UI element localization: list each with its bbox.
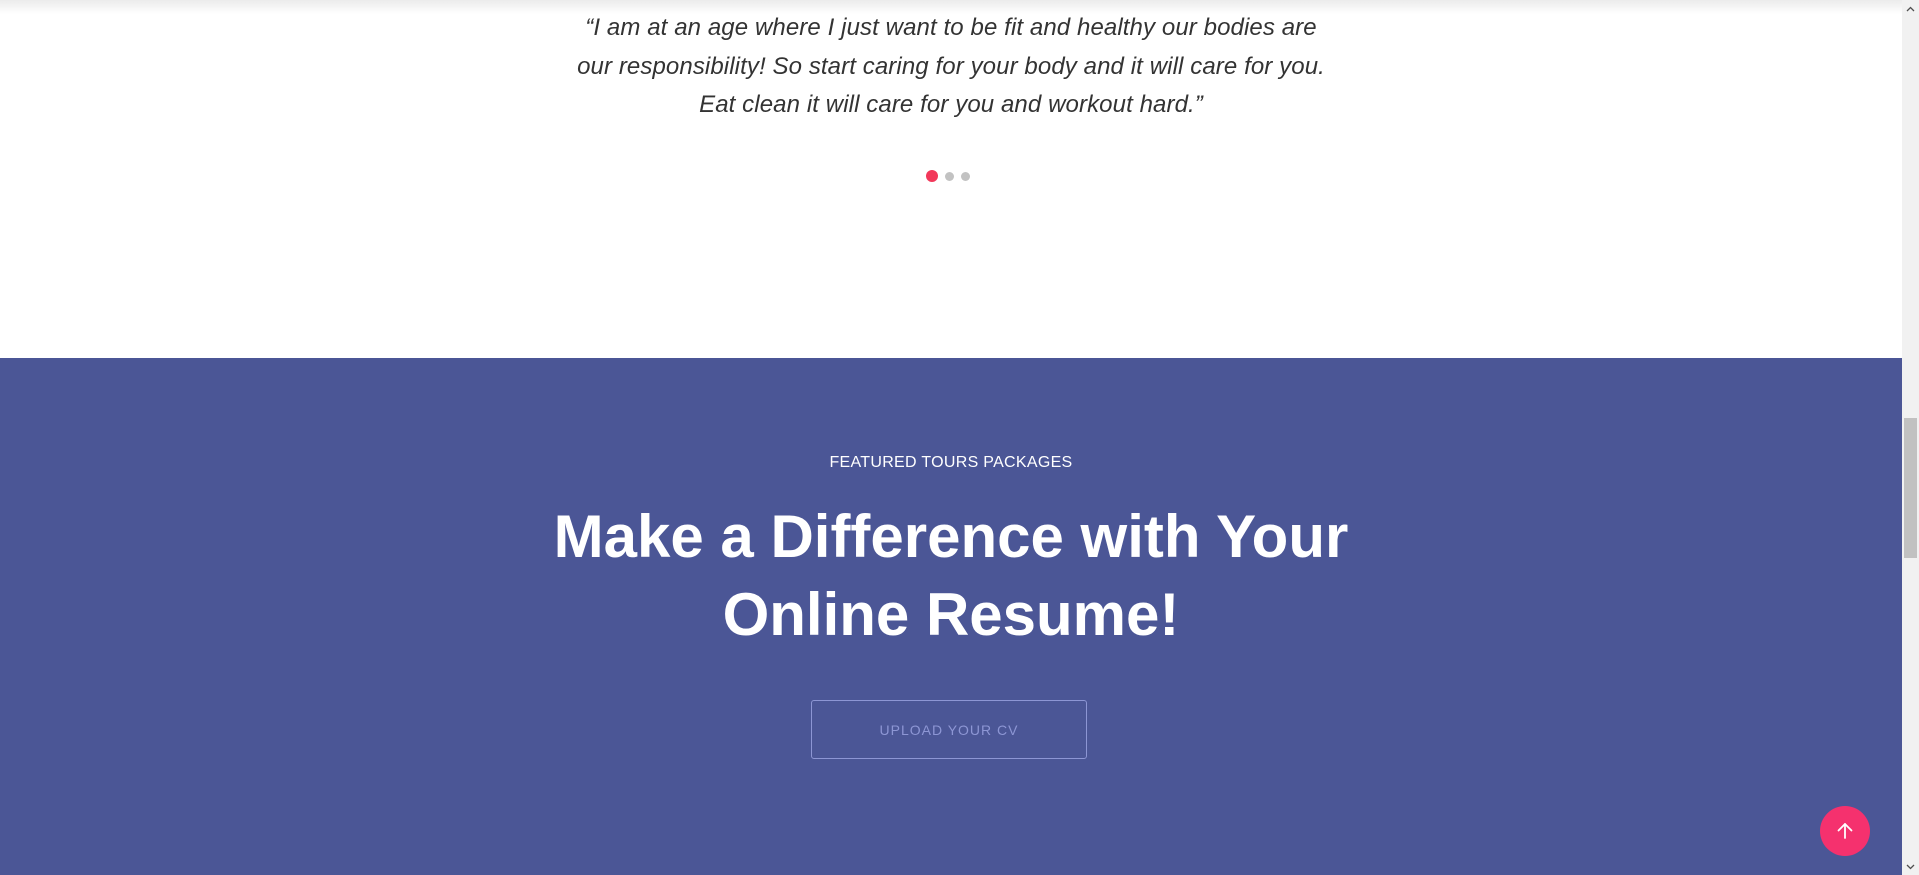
back-to-top-button[interactable] [1820,806,1870,856]
scrollbar-thumb[interactable] [1904,418,1917,558]
browser-viewport: “I am at an age where I just want to be … [0,0,1919,875]
carousel-dot-2[interactable] [945,171,954,181]
carousel-dot-3[interactable] [961,171,970,181]
arrow-up-icon [1837,823,1853,839]
testimonial-section: “I am at an age where I just want to be … [0,0,1902,358]
headline-line-2: Online Resume! [722,581,1180,648]
quote-line-2: our responsibility! So start caring for … [577,52,1325,80]
section-eyebrow: FEATURED TOURS PACKAGES [829,454,1073,471]
scroll-up-icon[interactable] [1902,0,1919,17]
vertical-scrollbar[interactable] [1902,0,1919,875]
page: “I am at an age where I just want to be … [0,0,1902,875]
cta-headline: Make a Difference with Your Online Resum… [0,498,1902,654]
upload-cv-button[interactable]: UPLOAD YOUR CV [811,700,1087,759]
carousel-dot-1[interactable] [926,170,938,182]
cta-section: FEATURED TOURS PACKAGES Make a Differenc… [0,358,1902,875]
quote-line-1: “I am at an age where I just want to be … [585,14,1317,41]
quote-line-3: Eat clean it will care for you and worko… [699,91,1203,118]
headline-line-1: Make a Difference with Your [553,503,1349,570]
carousel-dots [926,170,970,182]
scroll-down-icon[interactable] [1902,858,1919,875]
testimonial-quote: “I am at an age where I just want to be … [0,9,1902,125]
